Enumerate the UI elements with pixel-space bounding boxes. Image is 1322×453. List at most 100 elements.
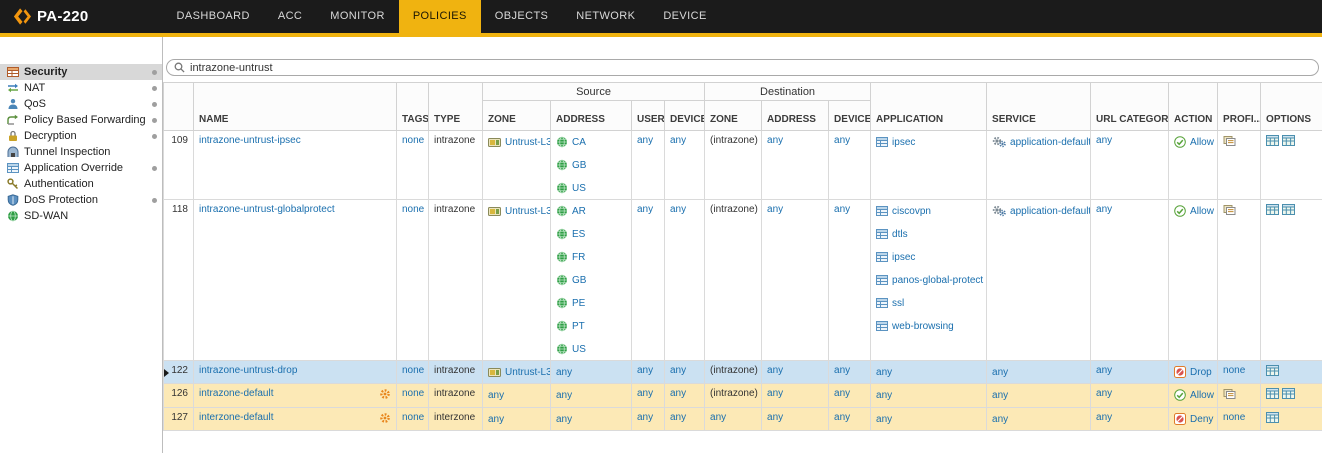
profile-none-link[interactable]: none (1223, 365, 1245, 376)
column-header-source-user[interactable]: USER (632, 101, 665, 131)
sidebar-item-dos-protection[interactable]: DoS Protection (0, 192, 162, 208)
dest-address-link[interactable]: any (767, 412, 783, 423)
url-category-link[interactable]: any (1096, 204, 1112, 215)
source-address-link[interactable]: any (556, 367, 572, 378)
column-header-action[interactable]: ACTION (1169, 83, 1218, 131)
action-link[interactable]: Drop (1190, 367, 1212, 378)
sidebar-item-security[interactable]: Security (0, 64, 162, 80)
profile-group-icon[interactable] (1223, 135, 1236, 147)
column-header-tags[interactable]: TAGS (397, 83, 429, 131)
sidebar-item-policy-based-forwarding[interactable]: Policy Based Forwarding (0, 112, 162, 128)
application-link[interactable]: panos-global-protect (892, 275, 983, 286)
source-zone-link[interactable]: Untrust-L3 (505, 137, 551, 148)
source-address-link[interactable]: AR (572, 206, 586, 217)
dest-device-link[interactable]: any (834, 204, 850, 215)
source-zone-link[interactable]: any (488, 414, 504, 425)
nav-item-acc[interactable]: ACC (264, 0, 316, 33)
action-link[interactable]: Allow (1190, 390, 1214, 401)
dest-address-link[interactable]: any (767, 388, 783, 399)
source-device-link[interactable]: any (670, 388, 686, 399)
action-link[interactable]: Allow (1190, 206, 1214, 217)
dest-device-link[interactable]: any (834, 388, 850, 399)
policy-row-109[interactable]: 109intrazone-untrust-ipsecnoneintrazoneU… (164, 131, 1322, 200)
dest-device-link[interactable]: any (834, 365, 850, 376)
column-header-source-zone[interactable]: ZONE (483, 101, 551, 131)
sidebar-item-tunnel-inspection[interactable]: Tunnel Inspection (0, 144, 162, 160)
source-device-link[interactable]: any (670, 135, 686, 146)
source-address-link[interactable]: CA (572, 137, 586, 148)
nav-item-objects[interactable]: OBJECTS (481, 0, 563, 33)
tags-link[interactable]: none (402, 135, 424, 146)
source-address-link[interactable]: PT (572, 321, 585, 332)
source-address-link[interactable]: GB (572, 275, 586, 286)
source-user-link[interactable]: any (637, 365, 653, 376)
url-category-link[interactable]: any (1096, 412, 1112, 423)
nav-item-monitor[interactable]: MONITOR (316, 0, 399, 33)
nav-item-policies[interactable]: POLICIES (399, 0, 481, 33)
dest-address-link[interactable]: any (767, 135, 783, 146)
source-user-link[interactable]: any (637, 135, 653, 146)
application-link[interactable]: dtls (892, 229, 908, 240)
sidebar-item-decryption[interactable]: Decryption (0, 128, 162, 144)
source-zone-link[interactable]: Untrust-L3 (505, 206, 551, 217)
nav-item-device[interactable]: DEVICE (649, 0, 720, 33)
column-header-source-address[interactable]: ADDRESS (551, 101, 632, 131)
column-header-application[interactable]: APPLICATION (871, 83, 987, 131)
application-link[interactable]: ipsec (892, 252, 915, 263)
tags-link[interactable]: none (402, 388, 424, 399)
tags-link[interactable]: none (402, 412, 424, 423)
policy-row-118[interactable]: 118intrazone-untrust-globalprotectnonein… (164, 200, 1322, 361)
column-header-service[interactable]: SERVICE (987, 83, 1091, 131)
source-address-link[interactable]: any (556, 390, 572, 401)
policy-name-link[interactable]: intrazone-untrust-ipsec (199, 135, 301, 146)
application-link[interactable]: any (876, 367, 892, 378)
nav-item-dashboard[interactable]: DASHBOARD (163, 0, 264, 33)
policy-row-126[interactable]: 126intrazone-defaultnoneintrazoneanyanya… (164, 384, 1322, 408)
dest-address-link[interactable]: any (767, 204, 783, 215)
application-link[interactable]: web-browsing (892, 321, 954, 332)
column-header-profile[interactable]: PROFI... (1218, 83, 1261, 131)
policy-name-link[interactable]: intrazone-default (199, 388, 274, 399)
application-link[interactable]: any (876, 390, 892, 401)
policy-search-input[interactable] (185, 62, 1311, 74)
url-category-link[interactable]: any (1096, 135, 1112, 146)
sidebar-item-authentication[interactable]: Authentication (0, 176, 162, 192)
nav-item-network[interactable]: NETWORK (562, 0, 649, 33)
service-link[interactable]: any (992, 390, 1008, 401)
tags-link[interactable]: none (402, 365, 424, 376)
column-header-name[interactable]: NAME (194, 83, 397, 131)
source-device-link[interactable]: any (670, 204, 686, 215)
column-header-url-category[interactable]: URL CATEGORY (1091, 83, 1169, 131)
log-options-icon[interactable] (1266, 135, 1279, 146)
dest-address-link[interactable]: any (767, 365, 783, 376)
source-address-link[interactable]: GB (572, 160, 586, 171)
log-options-icon[interactable] (1266, 412, 1279, 423)
policy-row-127[interactable]: 127interzone-defaultnoneinterzoneanyanya… (164, 408, 1322, 431)
column-header-type[interactable]: TYPE (429, 83, 483, 131)
source-address-link[interactable]: US (572, 183, 586, 194)
log-options-icon[interactable] (1282, 388, 1295, 399)
sidebar-item-application-override[interactable]: Application Override (0, 160, 162, 176)
policy-name-link[interactable]: intrazone-untrust-drop (199, 365, 297, 376)
url-category-link[interactable]: any (1096, 388, 1112, 399)
column-header-dest-address[interactable]: ADDRESS (762, 101, 829, 131)
service-link[interactable]: any (992, 414, 1008, 425)
policy-name-link[interactable]: interzone-default (199, 412, 274, 423)
log-options-icon[interactable] (1282, 135, 1295, 146)
source-address-link[interactable]: US (572, 344, 586, 355)
source-device-link[interactable]: any (670, 365, 686, 376)
action-link[interactable]: Deny (1190, 414, 1213, 425)
dest-device-link[interactable]: any (834, 412, 850, 423)
action-link[interactable]: Allow (1190, 137, 1214, 148)
log-options-icon[interactable] (1266, 365, 1279, 376)
application-link[interactable]: any (876, 414, 892, 425)
source-address-link[interactable]: any (556, 414, 572, 425)
profile-none-link[interactable]: none (1223, 412, 1245, 423)
column-header-options[interactable]: OPTIONS (1261, 83, 1322, 131)
profile-group-icon[interactable] (1223, 204, 1236, 216)
policy-name-link[interactable]: intrazone-untrust-globalprotect (199, 204, 335, 215)
source-device-link[interactable]: any (670, 412, 686, 423)
column-header-dest-zone[interactable]: ZONE (705, 101, 762, 131)
dest-device-link[interactable]: any (834, 135, 850, 146)
sidebar-item-qos[interactable]: QoS (0, 96, 162, 112)
